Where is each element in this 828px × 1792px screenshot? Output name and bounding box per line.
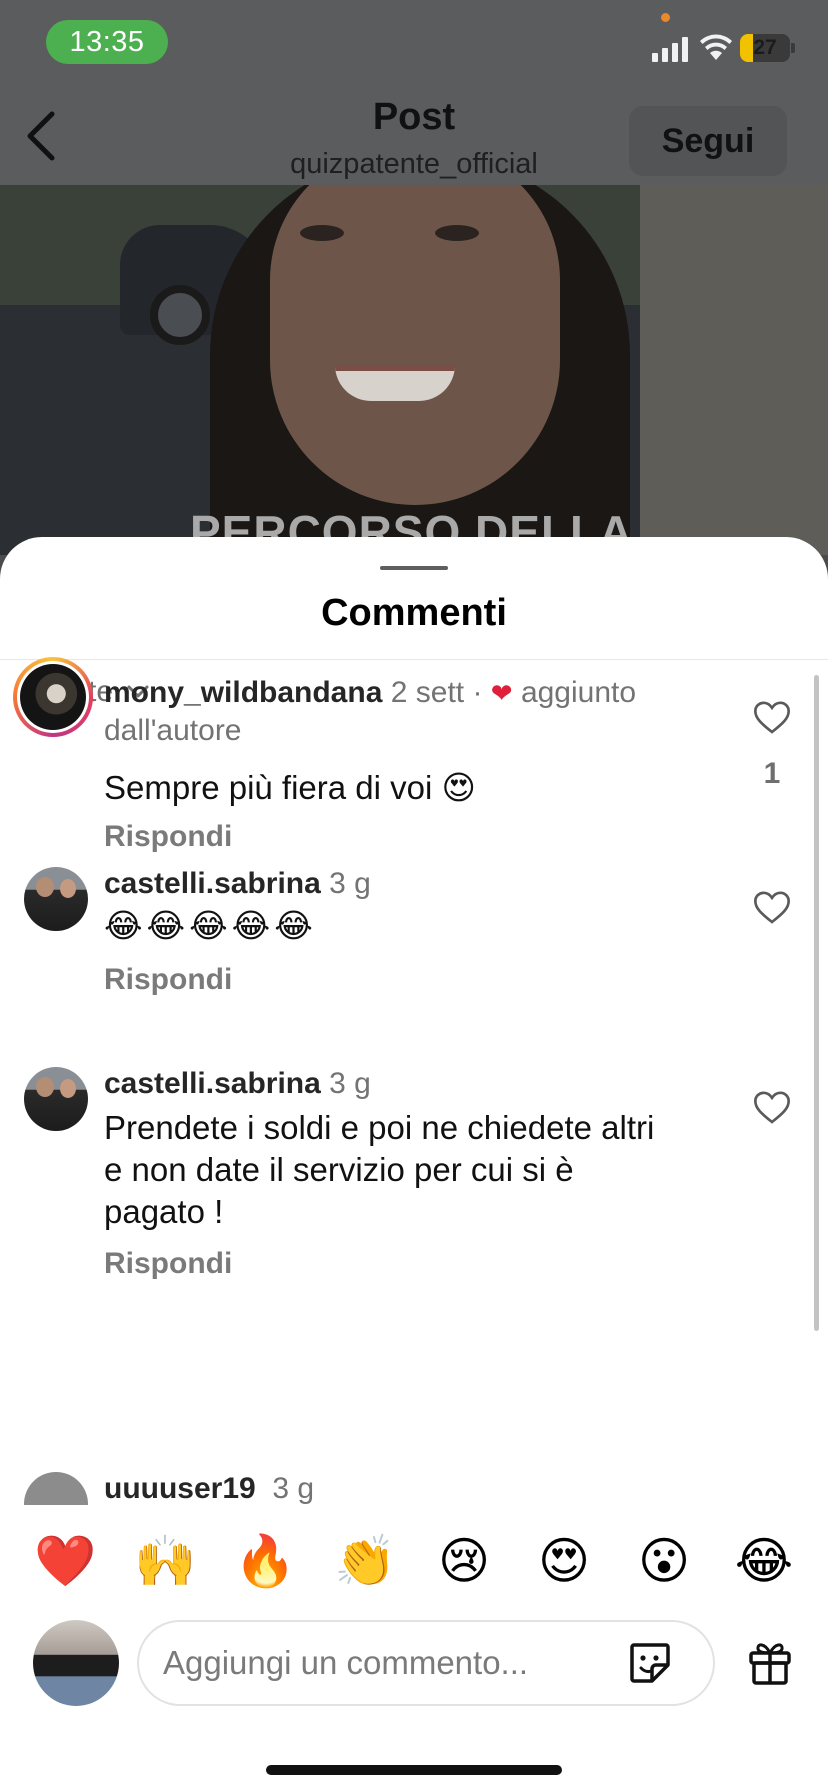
comment-username[interactable]: castelli.sabrina	[104, 1067, 321, 1100]
comment-item: castelli.sabrina 3 g 😂😂😂😂😂 Rispondi	[0, 867, 828, 1027]
home-indicator[interactable]	[266, 1765, 562, 1775]
heart-outline-icon[interactable]	[752, 1087, 792, 1127]
reaction-crying[interactable]: 😢	[434, 1532, 494, 1590]
reaction-fire[interactable]: 🔥	[234, 1532, 296, 1591]
post-video[interactable]: PERCORSO DELLA	[0, 185, 828, 555]
comment-composer	[0, 1617, 828, 1792]
reply-button[interactable]: Rispondi	[104, 1247, 232, 1281]
sticker-icon[interactable]	[626, 1639, 674, 1687]
avatar[interactable]	[13, 657, 93, 737]
author-liked-label-2: dall'autore	[104, 714, 242, 747]
follow-button[interactable]: Segui	[629, 106, 787, 176]
header-bar: 13:35 27 Post quizpatente_official Segui	[0, 0, 828, 185]
reaction-raising-hands[interactable]: 🙌	[134, 1532, 196, 1591]
reaction-heart-eyes[interactable]: 😍	[534, 1532, 594, 1590]
comment-time: 3 g	[329, 867, 371, 900]
like-count: 1	[763, 757, 781, 790]
reply-button[interactable]: Rispondi	[104, 820, 232, 854]
author-liked-heart-icon: ❤	[490, 678, 513, 708]
gift-icon[interactable]	[745, 1637, 795, 1687]
privacy-indicator-dot	[661, 13, 670, 22]
comment-username[interactable]: uuuuser19	[104, 1472, 256, 1505]
battery-icon: 27	[740, 34, 790, 62]
comment-time: 3 g	[329, 1067, 371, 1100]
battery-level: 27	[753, 36, 777, 59]
wifi-icon	[700, 34, 732, 60]
comment-text: Sempre più fiera di voi 😍	[104, 769, 476, 806]
comment-text: Prendete i soldi e poi ne chiedete altri…	[104, 1109, 655, 1230]
comment-time: 3 g	[272, 1472, 315, 1505]
reply-button[interactable]: Rispondi	[104, 963, 232, 997]
comment-username[interactable]: castelli.sabrina	[104, 867, 321, 900]
reaction-surprised[interactable]: 😮	[634, 1532, 694, 1590]
reaction-heart[interactable]: ❤️	[34, 1532, 96, 1591]
avatar[interactable]	[24, 867, 88, 931]
heart-outline-icon[interactable]	[752, 887, 792, 927]
comment-username[interactable]: mony_wildbandana	[104, 676, 382, 709]
avatar[interactable]	[24, 1067, 88, 1131]
reaction-laughing[interactable]: 😂	[734, 1532, 794, 1590]
quick-reactions-bar: ❤️ 🙌 🔥 👏 😢 😍 😮 😂	[0, 1505, 828, 1617]
comment-time: 2 sett	[390, 676, 465, 709]
comment-text: 😂😂😂😂😂	[104, 907, 317, 944]
sheet-title: Commenti	[321, 592, 507, 634]
sheet-grabber[interactable]	[380, 566, 448, 570]
comment-item: castelli.sabrina 3 g Prendete i soldi e …	[0, 1067, 828, 1287]
current-user-avatar	[33, 1620, 119, 1706]
status-time: 13:35	[46, 20, 168, 64]
cellular-signal-icon	[652, 36, 688, 62]
author-liked-label: aggiunto	[520, 676, 637, 709]
heart-outline-icon[interactable]	[752, 697, 792, 737]
comment-item: mony_wildbandana 2 sett · ❤ aggiunto dal…	[0, 657, 828, 857]
reaction-clapping[interactable]: 👏	[334, 1532, 396, 1591]
